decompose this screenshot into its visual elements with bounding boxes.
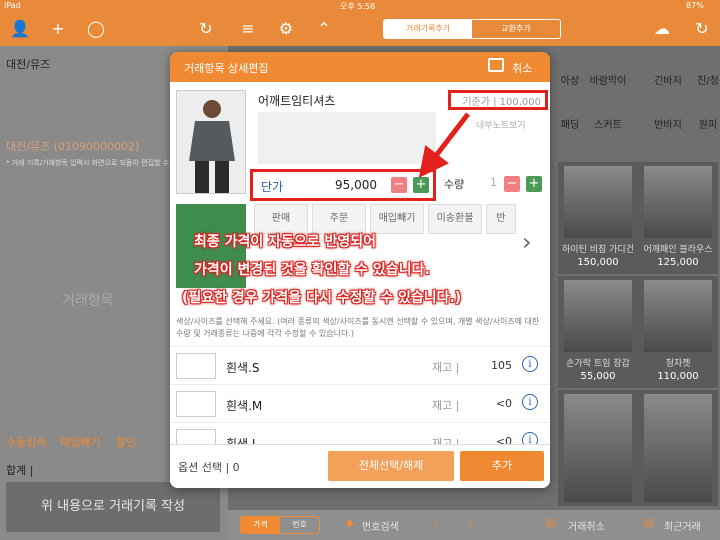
price-minus-button[interactable]: − bbox=[391, 177, 407, 193]
qty-plus-button[interactable]: + bbox=[526, 176, 542, 192]
number-search-button[interactable]: 번호검색 bbox=[362, 518, 399, 533]
product-price: 125,000 bbox=[657, 257, 699, 268]
write-record-button[interactable]: 위 내용으로 거래기록 작성 bbox=[6, 482, 220, 532]
category-skirt[interactable]: 스커트 bbox=[578, 116, 638, 131]
refresh-right-icon[interactable]: ↻ bbox=[690, 17, 714, 41]
add-button[interactable]: 추가 bbox=[460, 451, 544, 481]
quantity-label: 수량 bbox=[444, 178, 465, 191]
info-icon[interactable]: i bbox=[522, 356, 538, 372]
total-label: 합계 | bbox=[6, 464, 34, 477]
unit-price-value[interactable]: 95,000 bbox=[335, 178, 377, 192]
dialog-footer: 옵션 선택 | 0 전체선택/해제 추가 bbox=[170, 444, 550, 488]
annotation-line: (필요한 경우 가격을 다시 수정할 수 있습니다.) bbox=[182, 290, 462, 306]
dialog-header: 거래항목 상세편집 취소 bbox=[170, 52, 550, 82]
clock: 오후 5:58 bbox=[340, 2, 376, 11]
price-number-toggle: 가격 번호 bbox=[240, 516, 320, 534]
document-icon: ▤ bbox=[546, 518, 556, 529]
product-image bbox=[564, 394, 632, 502]
internal-note-link[interactable]: 내부노트보기 bbox=[476, 118, 526, 131]
search-icon[interactable]: ⌕ bbox=[434, 518, 440, 529]
category-jeans[interactable]: 진/청 bbox=[678, 72, 720, 87]
search-minus-icon[interactable]: ⌕ bbox=[468, 518, 474, 529]
annotation-text: 최종 가격이 자동으로 반영되어 가격이 변경된 것을 확인할 수 있습니다. … bbox=[182, 228, 650, 312]
empty-items-label: 거래항목 bbox=[62, 293, 114, 309]
option-name: 흰색.S bbox=[226, 361, 260, 375]
battery-label: 87% bbox=[686, 1, 704, 10]
product-image bbox=[644, 280, 712, 352]
product-photo-svg bbox=[189, 100, 235, 193]
profile-icon[interactable]: ◯ bbox=[84, 17, 108, 41]
annotation-line: 최종 가격이 자동으로 반영되어 bbox=[194, 234, 377, 250]
user-icon[interactable]: 👤 bbox=[8, 17, 32, 41]
quantity-value[interactable]: 1 bbox=[490, 176, 497, 189]
qty-minus-button[interactable]: − bbox=[504, 176, 520, 192]
status-bar: iPad 오후 5:58 87% bbox=[0, 0, 720, 12]
option-select-count: 옵션 선택 | 0 bbox=[178, 461, 240, 474]
cancel-button[interactable]: 취소 bbox=[512, 60, 532, 76]
option-row[interactable]: 흰색.S 재고 | 105 i bbox=[170, 346, 550, 384]
toggle-number[interactable]: 번호 bbox=[280, 517, 319, 533]
product-card[interactable] bbox=[638, 390, 718, 506]
product-card[interactable] bbox=[558, 390, 638, 506]
stock-label: 재고 | bbox=[432, 361, 460, 374]
product-name: 손가락 트임 장갑 bbox=[566, 359, 630, 369]
product-card[interactable]: 어깨패인 블라우스 125,000 bbox=[638, 162, 718, 274]
bottom-toolbar: 가격 번호 ◆ 번호검색 ⌕ ⌕ ▤ 거래취소 ▤ 최근거래 bbox=[228, 510, 720, 540]
tag-icon: ◆ bbox=[346, 518, 354, 529]
gear-icon[interactable]: ⚙ bbox=[274, 17, 298, 41]
add-user-icon[interactable]: + bbox=[46, 17, 70, 41]
cloud-upload-icon[interactable]: ☁ bbox=[650, 17, 674, 41]
annotation-line: 가격이 변경된 것을 확인할 수 있습니다. bbox=[194, 262, 430, 278]
unit-price-row: 단가 95,000 − + bbox=[250, 169, 436, 201]
option-checkbox[interactable] bbox=[176, 353, 216, 379]
product-price: 55,000 bbox=[580, 371, 616, 382]
device-label: iPad bbox=[4, 1, 21, 10]
base-price: 기준가 | 100,000 bbox=[448, 90, 548, 110]
customer-name[interactable]: 대전/뮤즈 bbox=[6, 56, 50, 72]
tab-add-record[interactable]: 거래기록추가 bbox=[384, 20, 472, 38]
info-icon[interactable]: i bbox=[522, 394, 538, 410]
keyboard-icon[interactable] bbox=[488, 58, 504, 72]
refresh-icon[interactable]: ↻ bbox=[194, 17, 218, 41]
tab-add-exchange[interactable]: 교환추가 bbox=[472, 20, 560, 38]
product-card[interactable]: 청자켓 110,000 bbox=[638, 276, 718, 388]
tab-purchase-deduct[interactable]: 매입빼기 bbox=[60, 434, 100, 450]
option-row[interactable]: 흰색.M 재고 | <0 i bbox=[170, 384, 550, 422]
stock-value: 105 bbox=[491, 359, 512, 372]
option-checkbox[interactable] bbox=[176, 391, 216, 417]
product-image bbox=[644, 166, 712, 238]
list-icon: ▤ bbox=[644, 518, 654, 529]
tab-manual-input[interactable]: 수동입력 bbox=[6, 434, 46, 450]
tab-discount[interactable]: 할인 bbox=[116, 434, 136, 450]
stock-value: <0 bbox=[495, 397, 512, 410]
unit-price-label: 단가 bbox=[261, 180, 284, 194]
stock-label: 재고 | bbox=[432, 399, 460, 412]
menu-icon[interactable]: ≡ bbox=[236, 17, 260, 41]
option-help-text: 색상/사이즈를 선택해 주세요. (여러 종류의 색상/사이즈를 동시엔 선택할… bbox=[176, 317, 540, 338]
memo-field[interactable] bbox=[258, 112, 436, 164]
customer-detail: 대전/뮤즈 (01090000002) bbox=[6, 140, 140, 153]
top-bar: 👤 + ◯ ↻ ≡ ⚙ ⌃ ☁ ↻ bbox=[0, 12, 720, 46]
top-tabs: 거래기록추가 교환추가 bbox=[383, 19, 561, 39]
cancel-trade-button[interactable]: 거래취소 bbox=[568, 518, 605, 533]
product-image bbox=[644, 394, 712, 502]
category-windbreaker[interactable]: 바람막이 bbox=[578, 72, 638, 87]
option-name: 흰색.M bbox=[226, 399, 263, 413]
product-name: 청자켓 bbox=[665, 359, 691, 369]
dialog-title: 거래항목 상세편집 bbox=[184, 62, 269, 75]
category-dress[interactable]: 원피 bbox=[678, 116, 720, 131]
product-photo bbox=[176, 90, 246, 194]
recent-trade-button[interactable]: 최근거래 bbox=[664, 518, 701, 533]
product-name: 어깨트임티셔츠 bbox=[258, 94, 336, 108]
product-name: 어깨패인 블라우스 bbox=[643, 245, 713, 255]
collapse-icon[interactable]: ⌃ bbox=[312, 17, 336, 41]
toggle-price[interactable]: 가격 bbox=[241, 517, 280, 533]
price-plus-button[interactable]: + bbox=[413, 177, 429, 193]
select-all-button[interactable]: 전체선택/해제 bbox=[328, 451, 454, 481]
product-price: 110,000 bbox=[657, 371, 699, 382]
